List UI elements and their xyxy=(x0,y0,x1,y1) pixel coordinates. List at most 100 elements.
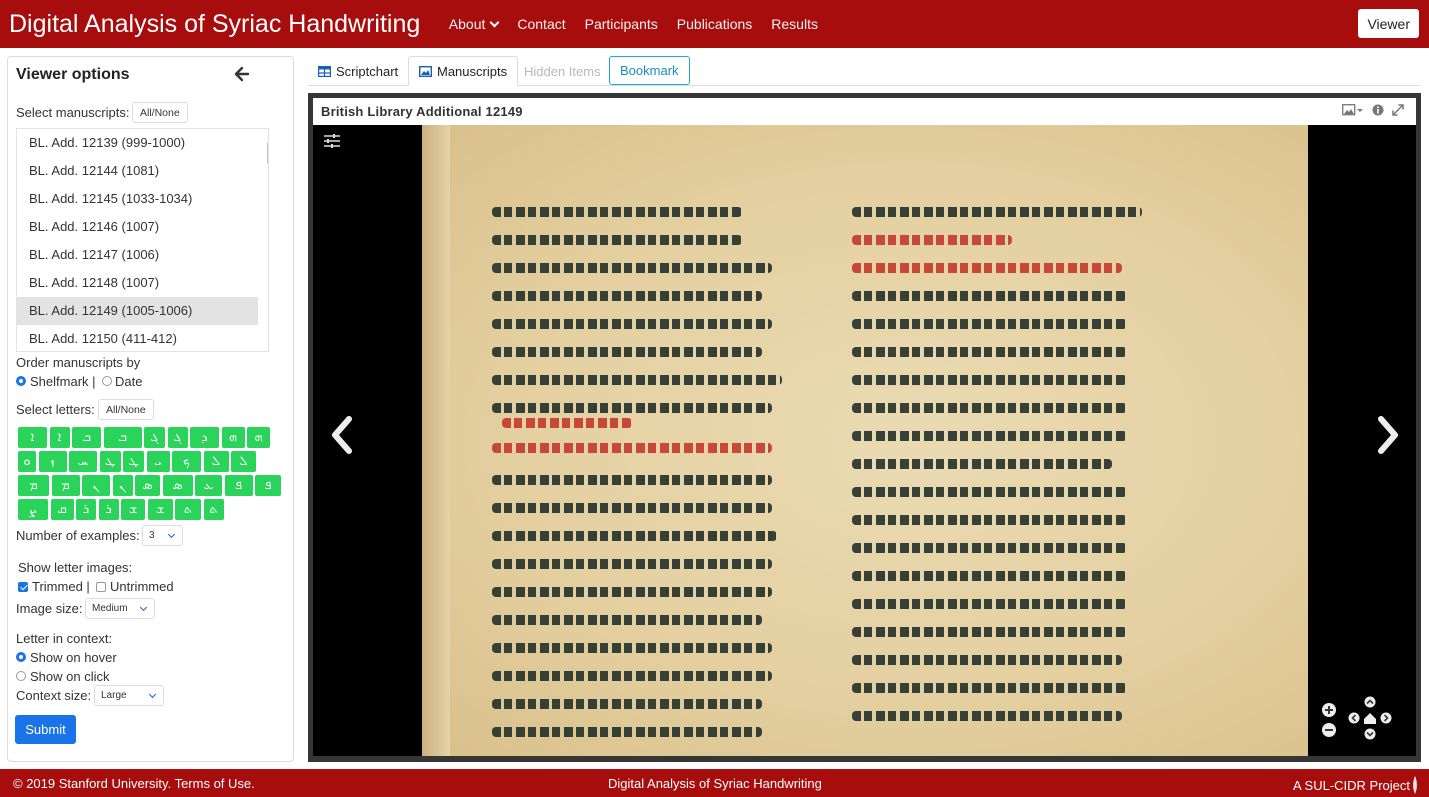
viewer-button[interactable]: Viewer xyxy=(1358,9,1419,38)
letter-button[interactable]: ܟ xyxy=(172,451,201,472)
letter-button[interactable]: ܦ xyxy=(224,475,253,496)
letter-button[interactable]: ܐ xyxy=(18,427,47,448)
nav-publications[interactable]: Publications xyxy=(667,16,762,32)
letter-button[interactable]: ܫ xyxy=(147,499,173,520)
letter-button[interactable]: ܬ xyxy=(175,499,201,520)
letter-button[interactable]: ܩ xyxy=(50,499,74,520)
text-line xyxy=(852,711,1122,721)
arrow-left-icon[interactable] xyxy=(234,65,250,83)
text-line xyxy=(852,571,1127,581)
list-item[interactable]: BL. Add. 12144 (1081) xyxy=(17,157,268,185)
main-nav: About Contact Participants Publications … xyxy=(439,16,827,32)
letter-button[interactable]: ܪ xyxy=(98,499,119,520)
letter-button[interactable]: ܥ xyxy=(195,475,222,496)
footer-project: A SUL-CIDR Project xyxy=(1293,776,1418,794)
context-size-select[interactable]: Large xyxy=(94,685,164,706)
order-date-radio[interactable] xyxy=(102,376,112,386)
tab-scriptchart[interactable]: Scriptchart xyxy=(308,56,408,86)
tab-hidden-items[interactable]: Hidden Items xyxy=(514,56,611,86)
image-size-select[interactable]: Medium xyxy=(85,598,155,619)
manuscript-viewer: British Library Additional 12149 xyxy=(308,93,1421,762)
nav-results[interactable]: Results xyxy=(762,16,828,32)
zoom-out-icon[interactable] xyxy=(1322,723,1336,737)
info-icon[interactable] xyxy=(1372,104,1384,116)
letter-button[interactable]: ܦ xyxy=(255,475,281,496)
show-on-click-radio[interactable] xyxy=(16,671,26,681)
letter-button[interactable]: ܒ xyxy=(72,427,101,448)
footer-copyright[interactable]: © 2019 Stanford University. Terms of Use… xyxy=(13,776,255,791)
page-gutter xyxy=(422,125,450,756)
chevron-down-icon xyxy=(489,17,500,27)
manuscripts-all-none-button[interactable]: All/None xyxy=(132,102,188,123)
footer-site-name: Digital Analysis of Syriac Handwriting xyxy=(608,776,822,791)
manuscript-page-image[interactable] xyxy=(422,125,1308,756)
nav-participants[interactable]: Participants xyxy=(575,16,667,32)
letter-button[interactable]: ܪ xyxy=(76,499,96,520)
list-item[interactable]: BL. Add. 12147 (1006) xyxy=(17,241,268,269)
show-images-label: Show letter images: xyxy=(18,560,133,575)
letter-button[interactable]: ܗ xyxy=(221,427,245,448)
letter-button[interactable]: ܫ xyxy=(121,499,145,520)
home-icon[interactable] xyxy=(1364,713,1376,724)
examples-select[interactable]: 3 xyxy=(142,525,183,546)
letter-button[interactable]: ܢ xyxy=(112,475,133,496)
letter-button[interactable]: ܡ xyxy=(51,475,80,496)
list-item[interactable]: BL. Add. 12150 (411-412) xyxy=(17,325,268,351)
context-size-label: Context size: xyxy=(16,688,92,703)
nav-contact[interactable]: Contact xyxy=(508,16,575,32)
letters-all-none-button[interactable]: All/None xyxy=(98,399,154,420)
image-icon xyxy=(419,65,432,77)
examples-select-value: 3 xyxy=(149,530,155,541)
viewer-header: British Library Additional 12149 xyxy=(313,98,1416,125)
list-item[interactable]: BL. Add. 12146 (1007) xyxy=(17,213,268,241)
tune-icon[interactable] xyxy=(323,133,341,149)
list-item[interactable]: BL. Add. 12148 (1007) xyxy=(17,269,268,297)
letter-button[interactable]: ܠ xyxy=(203,451,229,472)
chevron-down-icon xyxy=(148,690,157,699)
letter-button[interactable]: ܚ xyxy=(69,451,97,472)
untrimmed-checkbox[interactable] xyxy=(96,582,106,592)
letter-button[interactable]: ܕ xyxy=(190,427,219,448)
show-on-hover-radio[interactable] xyxy=(16,652,26,662)
manuscript-list[interactable]: BL. Add. 12139 (999-1000) BL. Add. 12144… xyxy=(16,128,269,352)
list-scrollbar[interactable] xyxy=(267,141,268,165)
image-select-icon[interactable] xyxy=(1342,104,1364,116)
prev-page-icon[interactable] xyxy=(327,415,357,455)
nav-about[interactable]: About xyxy=(439,16,508,32)
letter-button[interactable]: ܓ xyxy=(167,427,188,448)
letter-button[interactable]: ܗ xyxy=(247,427,270,448)
list-item[interactable]: BL. Add. 12139 (999-1000) xyxy=(17,129,268,157)
letter-button[interactable]: ܙ xyxy=(38,451,67,472)
letter-button[interactable]: ܡ xyxy=(18,475,49,496)
tab-bookmark[interactable]: Bookmark xyxy=(609,56,690,85)
trimmed-checkbox[interactable] xyxy=(18,582,28,592)
show-on-hover-label: Show on hover xyxy=(30,650,117,665)
tab-manuscripts[interactable]: Manuscripts xyxy=(408,56,519,86)
text-line xyxy=(492,291,762,301)
zoom-in-icon[interactable] xyxy=(1322,703,1336,717)
letter-button[interactable]: ܬ xyxy=(203,499,224,520)
text-line xyxy=(852,291,1127,301)
letter-button[interactable]: ܣ xyxy=(162,475,193,496)
letter-button[interactable]: ܒ xyxy=(103,427,142,448)
list-item[interactable]: BL. Add. 12145 (1033-1034) xyxy=(17,185,268,213)
text-line xyxy=(852,431,1127,441)
letter-button[interactable]: ܓ xyxy=(144,427,165,448)
next-page-icon[interactable] xyxy=(1373,415,1403,455)
letter-button[interactable]: ܢ xyxy=(82,475,110,496)
letter-button[interactable]: ܘ xyxy=(18,451,36,472)
footer-project-label[interactable]: A SUL-CIDR Project xyxy=(1293,778,1410,793)
fullscreen-icon[interactable] xyxy=(1392,104,1404,116)
site-brand[interactable]: Digital Analysis of Syriac Handwriting xyxy=(9,10,420,39)
letter-button[interactable]: ܨ xyxy=(18,499,48,520)
submit-button[interactable]: Submit xyxy=(15,715,76,744)
letter-button[interactable]: ܠ xyxy=(231,451,256,472)
order-shelfmark-radio[interactable] xyxy=(16,376,26,386)
list-item-selected[interactable]: BL. Add. 12149 (1005-1006) xyxy=(17,297,258,325)
letter-button[interactable]: ܣ xyxy=(135,475,160,496)
letter-button[interactable]: ܝ xyxy=(146,451,170,472)
letter-button[interactable]: ܐ xyxy=(49,427,70,448)
manuscript-canvas[interactable] xyxy=(313,125,1416,756)
letter-button[interactable]: ܛ xyxy=(99,451,121,472)
letter-button[interactable]: ܛ xyxy=(123,451,144,472)
